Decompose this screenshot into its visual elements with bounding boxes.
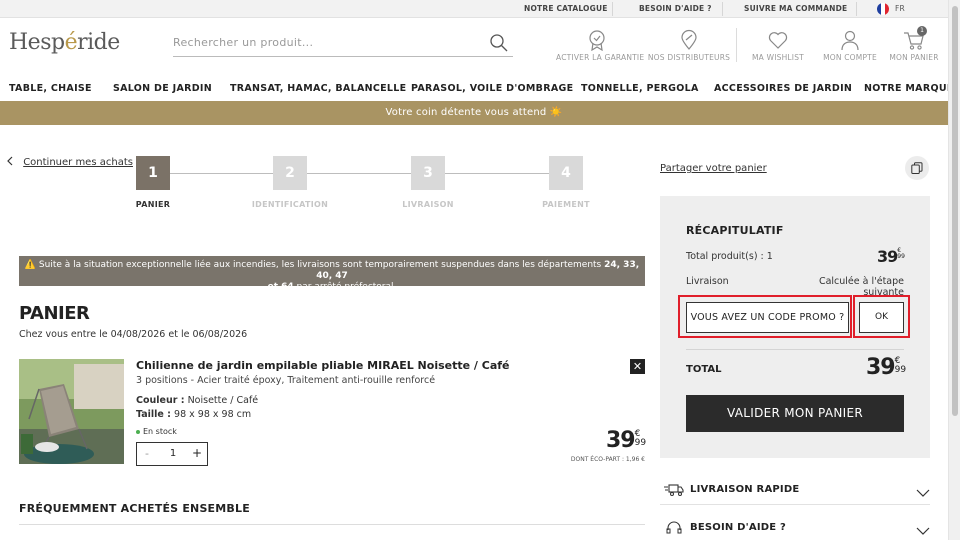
- header-icon-label: ACTIVER LA GARANTIE: [556, 53, 645, 62]
- promo-banner[interactable]: Votre coin détente vous attend ☀️: [0, 101, 948, 125]
- nav-item-table-chaise[interactable]: TABLE, CHAISE: [9, 83, 92, 94]
- products-total-price: 39 €99: [877, 247, 905, 266]
- nav-item-tonnelle[interactable]: TONNELLE, PERGOLA: [581, 83, 699, 94]
- header-divider: [736, 28, 737, 62]
- header-icon-label: MA WISHLIST: [752, 53, 804, 62]
- chevron-down-icon: [916, 483, 930, 502]
- topbar-link-catalogue[interactable]: NOTRE CATALOGUE: [524, 4, 608, 13]
- user-icon: [820, 29, 880, 51]
- summary-title: RÉCAPITULATIF: [686, 224, 784, 237]
- step-4-label: PAIEMENT: [542, 200, 590, 209]
- stock-status: En stock: [136, 427, 177, 436]
- step-3-label: LIVRAISON: [402, 200, 454, 209]
- step-connector: [307, 173, 411, 174]
- scrollbar-thumb[interactable]: [952, 6, 958, 416]
- continue-shopping-link[interactable]: Continuer mes achats: [7, 156, 133, 168]
- delivery-truck-icon: [664, 482, 684, 502]
- language-selector[interactable]: FR: [895, 4, 905, 13]
- header-icon-label: NOS DISTRIBUTEURS: [647, 53, 731, 62]
- step-connector: [445, 173, 549, 174]
- heart-icon: [748, 29, 808, 51]
- warranty-badge-icon: [556, 29, 638, 51]
- continue-shopping-label: Continuer mes achats: [23, 157, 133, 168]
- nav-item-accessoires[interactable]: ACCESSOIRES DE JARDIN: [714, 83, 852, 94]
- header-wishlist-link[interactable]: MA WISHLIST: [748, 29, 808, 62]
- in-stock-dot-icon: [136, 429, 140, 434]
- nav-item-transat[interactable]: TRANSAT, HAMAC, BALANCELLE: [230, 83, 406, 94]
- summary-divider: [686, 349, 904, 350]
- topbar-link-help[interactable]: BESOIN D'AIDE ?: [639, 4, 712, 13]
- headset-icon: [666, 520, 682, 540]
- promo-highlight-box: [678, 295, 852, 338]
- search-input[interactable]: [173, 32, 473, 52]
- product-name[interactable]: Chilienne de jardin empilable pliable MI…: [136, 359, 510, 372]
- header-account-link[interactable]: MON COMPTE: [820, 29, 880, 62]
- step-4-box: 4: [549, 156, 583, 190]
- validate-cart-button[interactable]: VALIDER MON PANIER: [686, 395, 904, 432]
- header-distributors-link[interactable]: NOS DISTRIBUTEURS: [646, 29, 732, 62]
- header-warranty-link[interactable]: ACTIVER LA GARANTIE: [556, 29, 645, 62]
- products-total-label: Total produit(s) : 1: [686, 251, 773, 262]
- cart-count-badge: 1: [917, 26, 927, 36]
- section-divider: [19, 524, 645, 525]
- chevron-left-icon: [7, 156, 16, 168]
- grand-total-label: TOTAL: [686, 364, 722, 375]
- quantity-value[interactable]: 1: [167, 448, 179, 459]
- accordion-need-help[interactable]: BESOIN D'AIDE ?: [660, 513, 930, 540]
- delivery-estimate: Chez vous entre le 04/08/2026 et le 06/0…: [19, 329, 248, 340]
- topbar-divider: [612, 2, 613, 16]
- step-1-label: PANIER: [135, 200, 171, 209]
- header-icon-label: MON PANIER: [889, 53, 939, 62]
- search-icon[interactable]: [489, 33, 509, 57]
- frequently-bought-title: FRÉQUEMMENT ACHETÉS ENSEMBLE: [19, 502, 250, 515]
- chevron-down-icon: [916, 521, 930, 540]
- accordion-label: BESOIN D'AIDE ?: [690, 522, 786, 533]
- item-price: 39 €99: [606, 428, 647, 453]
- nav-item-notre-marque[interactable]: NOTRE MARQUE: [864, 83, 954, 94]
- grand-total-price: 39 €99: [866, 355, 907, 380]
- search-bar: [173, 30, 513, 57]
- shipping-label: Livraison: [686, 276, 729, 287]
- step-3-box: 3: [411, 156, 445, 190]
- header-cart-link[interactable]: 1 MON PANIER: [886, 26, 942, 62]
- product-image[interactable]: [19, 359, 124, 464]
- product-size: Taille : 98 x 98 x 98 cm: [136, 409, 252, 420]
- header-icon-label: MON COMPTE: [823, 53, 877, 62]
- french-flag-icon[interactable]: [877, 3, 889, 15]
- topbar-divider: [856, 2, 857, 16]
- product-description: 3 positions - Acier traité époxy, Traite…: [136, 375, 436, 386]
- page-scrollbar[interactable]: [948, 0, 960, 540]
- main-navigation: TABLE, CHAISE SALON DE JARDIN TRANSAT, H…: [0, 78, 953, 100]
- topbar-link-order-tracking[interactable]: SUIVRE MA COMMANDE: [744, 4, 847, 13]
- topbar-divider: [722, 2, 723, 16]
- nav-item-salon-de-jardin[interactable]: SALON DE JARDIN: [113, 83, 212, 94]
- top-utility-bar: NOTRE CATALOGUE BESOIN D'AIDE ? SUIVRE M…: [0, 0, 948, 18]
- quantity-increase-button[interactable]: +: [192, 446, 202, 460]
- step-connector: [170, 173, 274, 174]
- quantity-stepper: - 1 +: [136, 442, 208, 466]
- share-cart-link[interactable]: Partager votre panier: [660, 163, 767, 174]
- accordion-fast-delivery[interactable]: LIVRAISON RAPIDE: [660, 475, 930, 505]
- eco-participation: DONT ÉCO-PART : 1,96 €: [570, 456, 645, 463]
- page-title: PANIER: [19, 303, 90, 324]
- accordion-label: LIVRAISON RAPIDE: [690, 484, 800, 495]
- product-color: Couleur : Noisette / Café: [136, 395, 259, 406]
- remove-item-button[interactable]: ✕: [630, 359, 645, 374]
- brand-logo[interactable]: Hespéride: [9, 30, 120, 55]
- step-2-label: IDENTIFICATION: [251, 200, 329, 209]
- quantity-decrease-button[interactable]: -: [145, 447, 149, 460]
- step-2-box: 2: [273, 156, 307, 190]
- wildfire-alert: ⚠️ Suite à la situation exceptionnelle l…: [19, 256, 645, 292]
- step-1-box: 1: [136, 156, 170, 190]
- location-pin-icon: [646, 29, 732, 51]
- cart-icon: 1: [903, 26, 927, 51]
- nav-item-parasol[interactable]: PARASOL, VOILE D'OMBRAGE: [411, 83, 573, 94]
- ok-highlight-box: [853, 295, 910, 338]
- copy-cart-button[interactable]: [905, 156, 929, 180]
